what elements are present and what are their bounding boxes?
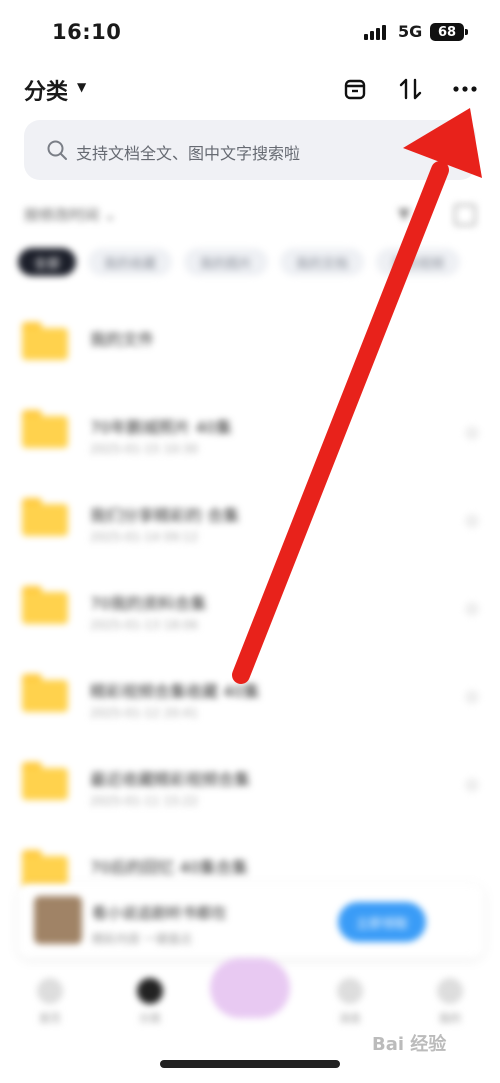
filter-icon[interactable]: ▼: [398, 204, 410, 223]
folder-icon: [22, 322, 68, 360]
filter-chip[interactable]: 我的收藏: [88, 248, 173, 276]
file-name: 最近收藏精彩视频合集: [90, 770, 251, 789]
more-icon[interactable]: [465, 514, 479, 528]
filter-chip[interactable]: 我的文档: [280, 248, 365, 276]
file-name: 70后的回忆 40集合集: [90, 858, 248, 877]
folder-icon: [22, 762, 68, 800]
list-item[interactable]: 我的文件: [0, 304, 500, 392]
network-type: 5G: [398, 22, 423, 41]
page-title[interactable]: 分类: [24, 74, 68, 106]
sort-dropdown[interactable]: 按修改时间 ⌄: [24, 204, 116, 225]
folder-icon: [22, 850, 68, 888]
status-time: 16:10: [52, 20, 122, 44]
list-item[interactable]: 我们分享精彩的 合集 2025-01-14 09:12: [0, 480, 500, 568]
tab-profile[interactable]: 我的: [420, 978, 480, 1038]
tab-home[interactable]: 首页: [20, 978, 80, 1038]
file-meta: 2025-01-14 09:12: [90, 530, 199, 544]
file-name: 我的文件: [90, 330, 155, 349]
file-name: 70我的资料合集: [90, 594, 207, 613]
file-name: 我们分享精彩的 合集: [90, 506, 240, 525]
watermark: Bai 经验: [372, 1034, 447, 1055]
filter-chip[interactable]: 我的图片: [184, 248, 269, 276]
folder-icon: [22, 674, 68, 712]
more-icon[interactable]: [465, 602, 479, 616]
more-icon[interactable]: [465, 778, 479, 792]
home-indicator: [160, 1060, 340, 1068]
search-icon: [46, 139, 68, 165]
tab-bar: 首页 分类 消息 我的: [0, 958, 500, 1038]
search-placeholder: 支持文档全文、图中文字搜索啦: [76, 144, 301, 163]
promo-button[interactable]: 立即领取: [338, 902, 426, 942]
filter-chip-row: 全部 我的收藏 我的图片 我的文档 我的视频: [18, 248, 461, 276]
file-name: 70年鹏城照片 40集: [90, 418, 232, 437]
promo-title: 看小说追剧听书都在: [92, 904, 228, 922]
list-item[interactable]: 70我的资料合集 2025-01-13 18:06: [0, 568, 500, 656]
archive-icon[interactable]: [340, 74, 370, 104]
grid-view-icon[interactable]: [454, 204, 476, 226]
signal-icon: [364, 25, 386, 40]
file-meta: 2025-01-12 20:41: [90, 706, 199, 720]
file-meta: 2025-01-11 15:22: [90, 794, 199, 808]
promo-subtitle: 精彩内容 一键直达: [92, 932, 192, 946]
filter-chip[interactable]: 全部: [18, 248, 77, 276]
folder-icon: [22, 498, 68, 536]
folder-icon: [22, 586, 68, 624]
promo-thumbnail: [34, 896, 82, 944]
more-icon[interactable]: [450, 74, 480, 104]
tab-messages[interactable]: 消息: [320, 978, 380, 1038]
folder-icon: [22, 410, 68, 448]
sort-icon[interactable]: [396, 74, 426, 104]
file-meta: 2025-01-13 18:06: [90, 618, 199, 632]
file-list: 我的文件 70年鹏城照片 40集 2025-01-15 10:30 我们分享精彩…: [0, 304, 500, 920]
file-name: 精彩视频合集收藏 40集: [90, 682, 260, 701]
caret-down-icon[interactable]: ▼: [77, 80, 86, 94]
tab-center[interactable]: [210, 958, 290, 1038]
filter-chip[interactable]: 我的视频: [376, 248, 461, 276]
list-item[interactable]: 70年鹏城照片 40集 2025-01-15 10:30: [0, 392, 500, 480]
battery-icon: 68: [430, 23, 468, 41]
more-icon[interactable]: [465, 690, 479, 704]
list-item[interactable]: 最近收藏精彩视频合集 2025-01-11 15:22: [0, 744, 500, 832]
more-icon[interactable]: [465, 426, 479, 440]
list-item[interactable]: 精彩视频合集收藏 40集 2025-01-12 20:41: [0, 656, 500, 744]
tab-category[interactable]: 分类: [120, 978, 180, 1038]
file-meta: 2025-01-15 10:30: [90, 442, 199, 456]
